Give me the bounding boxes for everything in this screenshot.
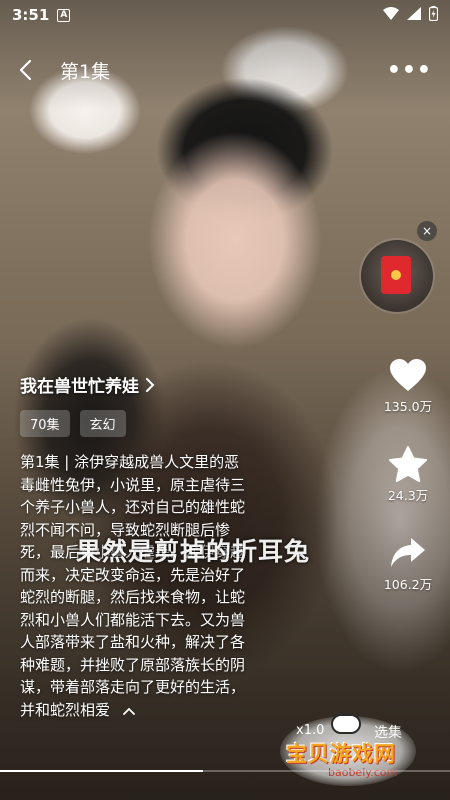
drama-description[interactable]: 第1集 | 涂伊穿越成兽人文里的恶 毒雌性兔伊，小说里，原主虐待三 个养子小兽人…: [20, 451, 298, 722]
more-options-button[interactable]: •••: [387, 58, 432, 83]
back-button[interactable]: [18, 58, 42, 82]
chevron-right-icon: [146, 377, 155, 392]
chevron-left-icon: [19, 59, 32, 81]
watermark-url: baobeiy.com: [328, 766, 398, 779]
progress-fill: [0, 770, 203, 772]
playback-speed-button[interactable]: x1.0: [296, 723, 324, 738]
watermark-logo: 宝贝游戏网 baobeiy.com: [276, 708, 444, 792]
description-line: 谋，带着部落走向了更好的生活，: [20, 678, 246, 696]
gamepad-icon: [331, 714, 361, 734]
episode-title: 第1集: [60, 60, 111, 83]
description-line: 种难题，并挫败了原部落族长的阴: [20, 655, 246, 674]
description-line: 并和蛇烈相爱: [20, 700, 111, 719]
description-line: 毒雌性兔伊，小说里，原主虐待三: [20, 475, 246, 494]
collapse-description-button[interactable]: [122, 704, 135, 718]
status-bar: 3:51 A: [0, 0, 450, 30]
video-subtitle: 果然是剪掉的折耳兔: [76, 537, 311, 566]
share-button[interactable]: 106.2万: [378, 534, 438, 593]
like-button[interactable]: 135.0万: [378, 356, 438, 415]
red-envelope-icon: [381, 256, 411, 294]
star-icon: [378, 445, 438, 483]
heart-icon: [378, 356, 438, 394]
share-count: 106.2万: [383, 577, 433, 592]
description-line: 烈和小兽人们都能活下去。又为兽: [20, 610, 246, 629]
close-reward-button[interactable]: ×: [417, 221, 437, 241]
description-line: 个养子小兽人，还对自己的雄性蛇: [20, 498, 246, 516]
description-line: 第1集 | 涂伊穿越成兽人文里的恶: [20, 453, 240, 471]
favorite-button[interactable]: 24.3万: [378, 445, 438, 504]
tag-genre[interactable]: 玄幻: [79, 410, 126, 437]
red-packet-reward-button[interactable]: [361, 240, 433, 312]
chevron-up-icon: [122, 707, 135, 715]
like-count: 135.0万: [383, 399, 433, 414]
drama-tags: 70集 玄幻: [20, 410, 126, 437]
player-header: 第1集 •••: [0, 50, 450, 90]
favorite-count: 24.3万: [387, 488, 429, 503]
select-episode-button[interactable]: 选集: [374, 722, 402, 742]
description-line: 人部落带来了盐和火种，解决了各: [20, 633, 246, 651]
battery-icon: [428, 5, 439, 25]
notification-a-icon: A: [57, 8, 71, 22]
drama-title-link[interactable]: 我在兽世忙养娃: [20, 372, 155, 397]
wifi-icon: [383, 6, 399, 24]
drama-title: 我在兽世忙养娃: [20, 377, 139, 397]
tag-episodes[interactable]: 70集: [20, 410, 70, 437]
signal-icon: [407, 6, 421, 24]
status-time: 3:51: [12, 6, 50, 24]
description-line-last: 并和蛇烈相爱: [20, 699, 298, 723]
share-arrow-icon: [378, 534, 438, 572]
watermark-brand: 宝贝游戏网: [286, 742, 396, 766]
description-line: 蛇烈的断腿，然后找来食物，让蛇: [20, 588, 246, 606]
